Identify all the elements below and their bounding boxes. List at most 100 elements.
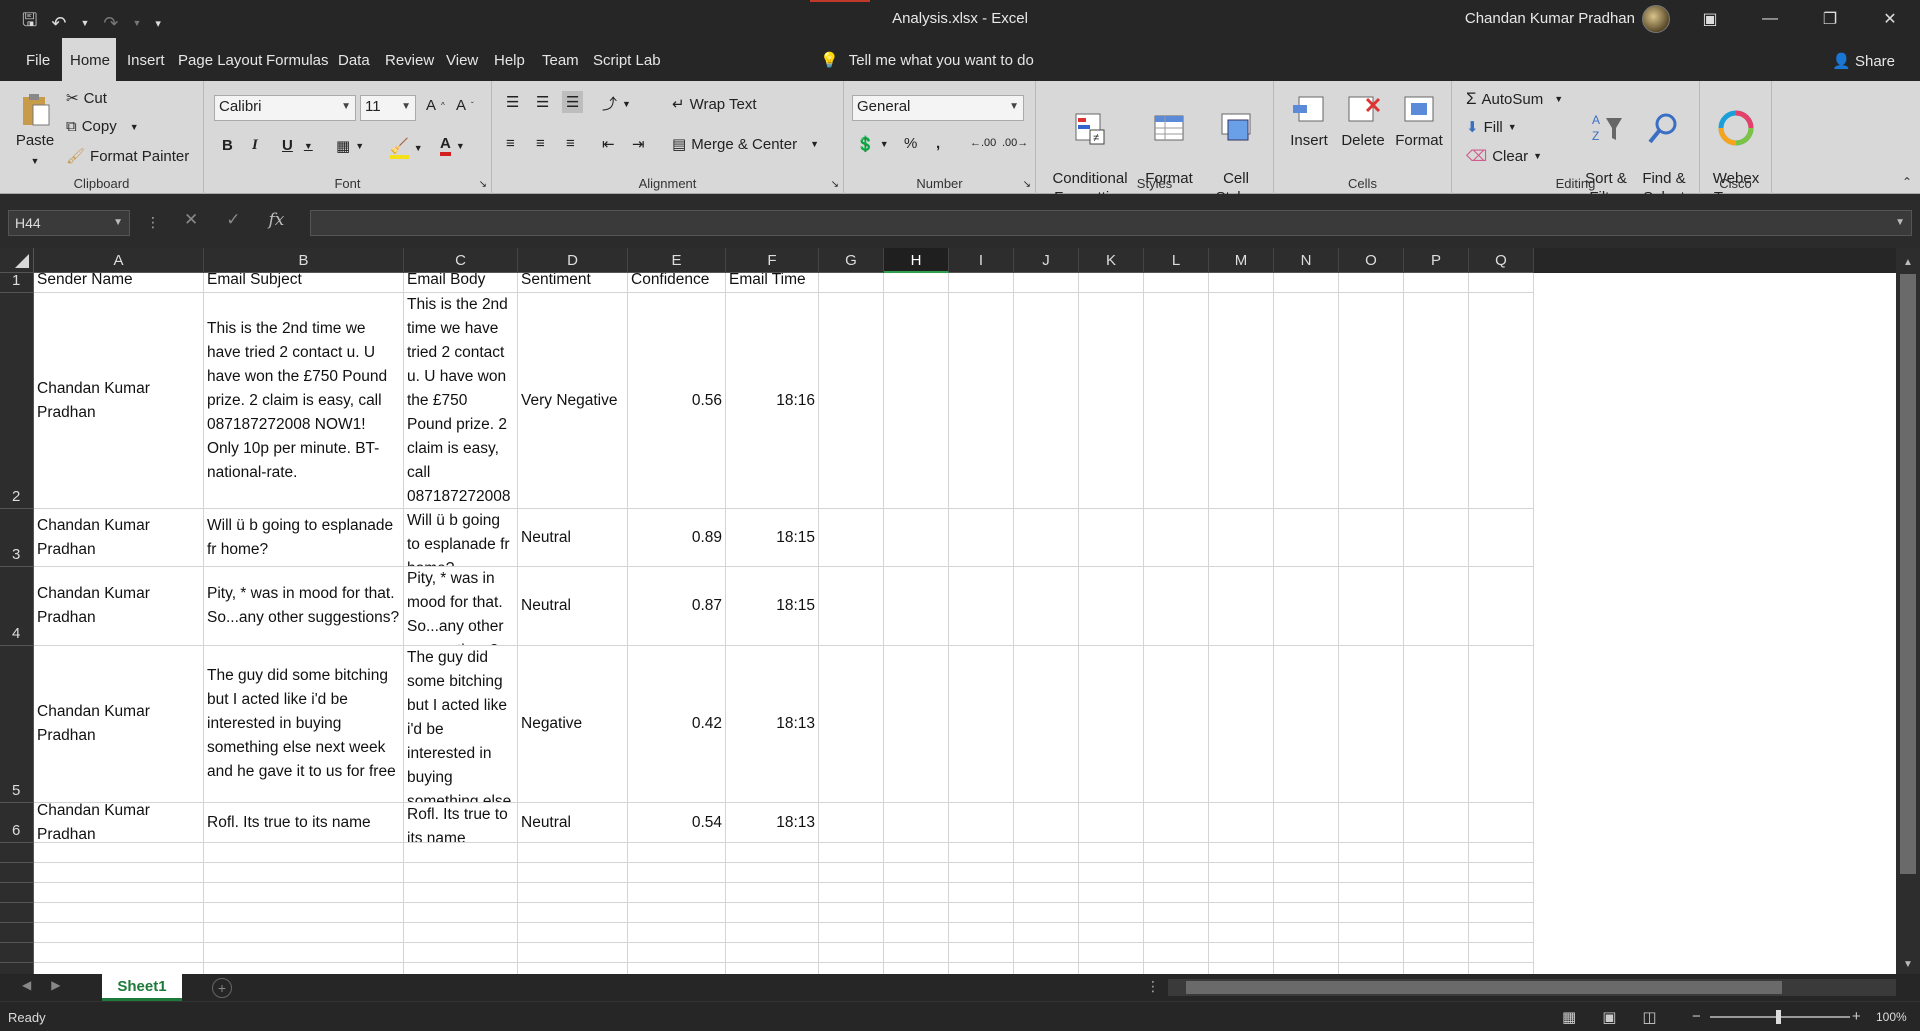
cell-g2[interactable] <box>819 293 884 509</box>
empty-cell[interactable] <box>1144 863 1209 883</box>
empty-cell[interactable] <box>1079 863 1144 883</box>
cell-m4[interactable] <box>1209 567 1274 646</box>
cell-j2[interactable] <box>1014 293 1079 509</box>
empty-cell[interactable] <box>204 923 404 943</box>
column-header-k[interactable]: K <box>1079 248 1144 273</box>
insert-function-icon[interactable]: fx <box>269 210 285 230</box>
cell-n1[interactable] <box>1274 273 1339 293</box>
cell-j4[interactable] <box>1014 567 1079 646</box>
empty-cell[interactable] <box>949 843 1014 863</box>
empty-cell[interactable] <box>404 943 518 963</box>
row-header-extra[interactable] <box>0 903 34 923</box>
empty-cell[interactable] <box>726 863 819 883</box>
cell-b1[interactable]: Email Subject <box>204 273 404 293</box>
expand-formula-icon[interactable]: ▼ <box>1895 217 1905 228</box>
empty-cell[interactable] <box>1144 883 1209 903</box>
select-all-button[interactable] <box>0 248 34 273</box>
cell-n2[interactable] <box>1274 293 1339 509</box>
empty-cell[interactable] <box>1014 963 1079 974</box>
cell-d3[interactable]: Neutral <box>518 509 628 567</box>
cell-l1[interactable] <box>1144 273 1209 293</box>
column-header-e[interactable]: E <box>628 248 726 273</box>
horizontal-scrollbar[interactable] <box>1168 979 1896 996</box>
empty-cell[interactable] <box>1079 943 1144 963</box>
empty-cell[interactable] <box>204 843 404 863</box>
align-bottom-icon[interactable]: ☰ <box>562 91 584 113</box>
cell-q2[interactable] <box>1469 293 1534 509</box>
cell-i1[interactable] <box>949 273 1014 293</box>
empty-cell[interactable] <box>628 883 726 903</box>
cell-p3[interactable] <box>1404 509 1469 567</box>
empty-cell[interactable] <box>1209 843 1274 863</box>
empty-cell[interactable] <box>404 883 518 903</box>
empty-cell[interactable] <box>518 963 628 974</box>
prev-sheet-icon[interactable]: ◀ <box>22 978 31 992</box>
empty-cell[interactable] <box>819 843 884 863</box>
font-size-select[interactable]: 11 ▼ <box>360 95 416 121</box>
cell-p4[interactable] <box>1404 567 1469 646</box>
cell-f2[interactable]: 18:16 <box>726 293 819 509</box>
empty-cell[interactable] <box>819 863 884 883</box>
cell-d5[interactable]: Negative <box>518 646 628 803</box>
cell-k3[interactable] <box>1079 509 1144 567</box>
cell-e1[interactable]: Confidence <box>628 273 726 293</box>
increase-decimal-icon[interactable]: ←.00 <box>970 137 996 149</box>
cell-a4[interactable]: Chandan Kumar Pradhan <box>34 567 204 646</box>
row-header-5[interactable]: 5 <box>0 646 34 803</box>
cell-c4[interactable]: Pity, * was in mood for that. So...any o… <box>404 567 518 646</box>
cell-b5[interactable]: The guy did some bitching but I acted li… <box>204 646 404 803</box>
empty-cell[interactable] <box>1144 843 1209 863</box>
empty-cell[interactable] <box>1469 903 1534 923</box>
empty-cell[interactable] <box>404 843 518 863</box>
name-box[interactable]: H44 ▼ <box>8 210 130 236</box>
cell-j3[interactable] <box>1014 509 1079 567</box>
font-color-icon[interactable]: A ▼ <box>440 135 465 156</box>
merge-center-button[interactable]: ▤ Merge & Center ▼ <box>672 135 819 154</box>
cell-p1[interactable] <box>1404 273 1469 293</box>
empty-cell[interactable] <box>949 883 1014 903</box>
empty-cell[interactable] <box>518 943 628 963</box>
empty-cell[interactable] <box>1339 923 1404 943</box>
increase-indent-icon[interactable]: ⇥ <box>632 135 645 153</box>
cell-e2[interactable]: 0.56 <box>628 293 726 509</box>
cell-g3[interactable] <box>819 509 884 567</box>
bold-icon[interactable]: B <box>222 137 233 154</box>
empty-cell[interactable] <box>884 943 949 963</box>
font-dialog-launcher-icon[interactable]: ↘ <box>479 179 487 190</box>
cell-f6[interactable]: 18:13 <box>726 803 819 843</box>
row-header-1[interactable]: 1 <box>0 272 34 293</box>
cut-button[interactable]: ✂ Cut <box>66 89 107 108</box>
delete-cells-button[interactable]: Delete <box>1338 91 1388 150</box>
cell-p6[interactable] <box>1404 803 1469 843</box>
tab-insert[interactable]: Insert <box>119 38 173 81</box>
empty-cell[interactable] <box>884 883 949 903</box>
cell-c6[interactable]: Rofl. Its true to its name <box>404 803 518 843</box>
empty-cell[interactable] <box>726 923 819 943</box>
empty-cell[interactable] <box>628 863 726 883</box>
empty-cell[interactable] <box>34 903 204 923</box>
scroll-up-icon[interactable]: ▲ <box>1896 254 1920 272</box>
cell-i2[interactable] <box>949 293 1014 509</box>
cell-l3[interactable] <box>1144 509 1209 567</box>
empty-cell[interactable] <box>204 963 404 974</box>
cell-m2[interactable] <box>1209 293 1274 509</box>
cell-l4[interactable] <box>1144 567 1209 646</box>
cell-h2[interactable] <box>884 293 949 509</box>
cell-q4[interactable] <box>1469 567 1534 646</box>
empty-cell[interactable] <box>204 883 404 903</box>
column-header-d[interactable]: D <box>518 248 628 273</box>
font-name-select[interactable]: Calibri ▼ <box>214 95 356 121</box>
empty-cell[interactable] <box>518 923 628 943</box>
empty-cell[interactable] <box>34 843 204 863</box>
empty-cell[interactable] <box>1404 863 1469 883</box>
cell-k2[interactable] <box>1079 293 1144 509</box>
empty-cell[interactable] <box>1469 943 1534 963</box>
tab-data[interactable]: Data <box>330 38 378 81</box>
empty-cell[interactable] <box>404 903 518 923</box>
empty-cell[interactable] <box>1014 843 1079 863</box>
decrease-decimal-icon[interactable]: .00→ <box>1002 137 1028 149</box>
empty-cell[interactable] <box>1014 863 1079 883</box>
cancel-icon[interactable]: ✕ <box>184 210 198 230</box>
zoom-slider[interactable] <box>1710 1010 1850 1024</box>
cell-b3[interactable]: Will ü b going to esplanade fr home? <box>204 509 404 567</box>
